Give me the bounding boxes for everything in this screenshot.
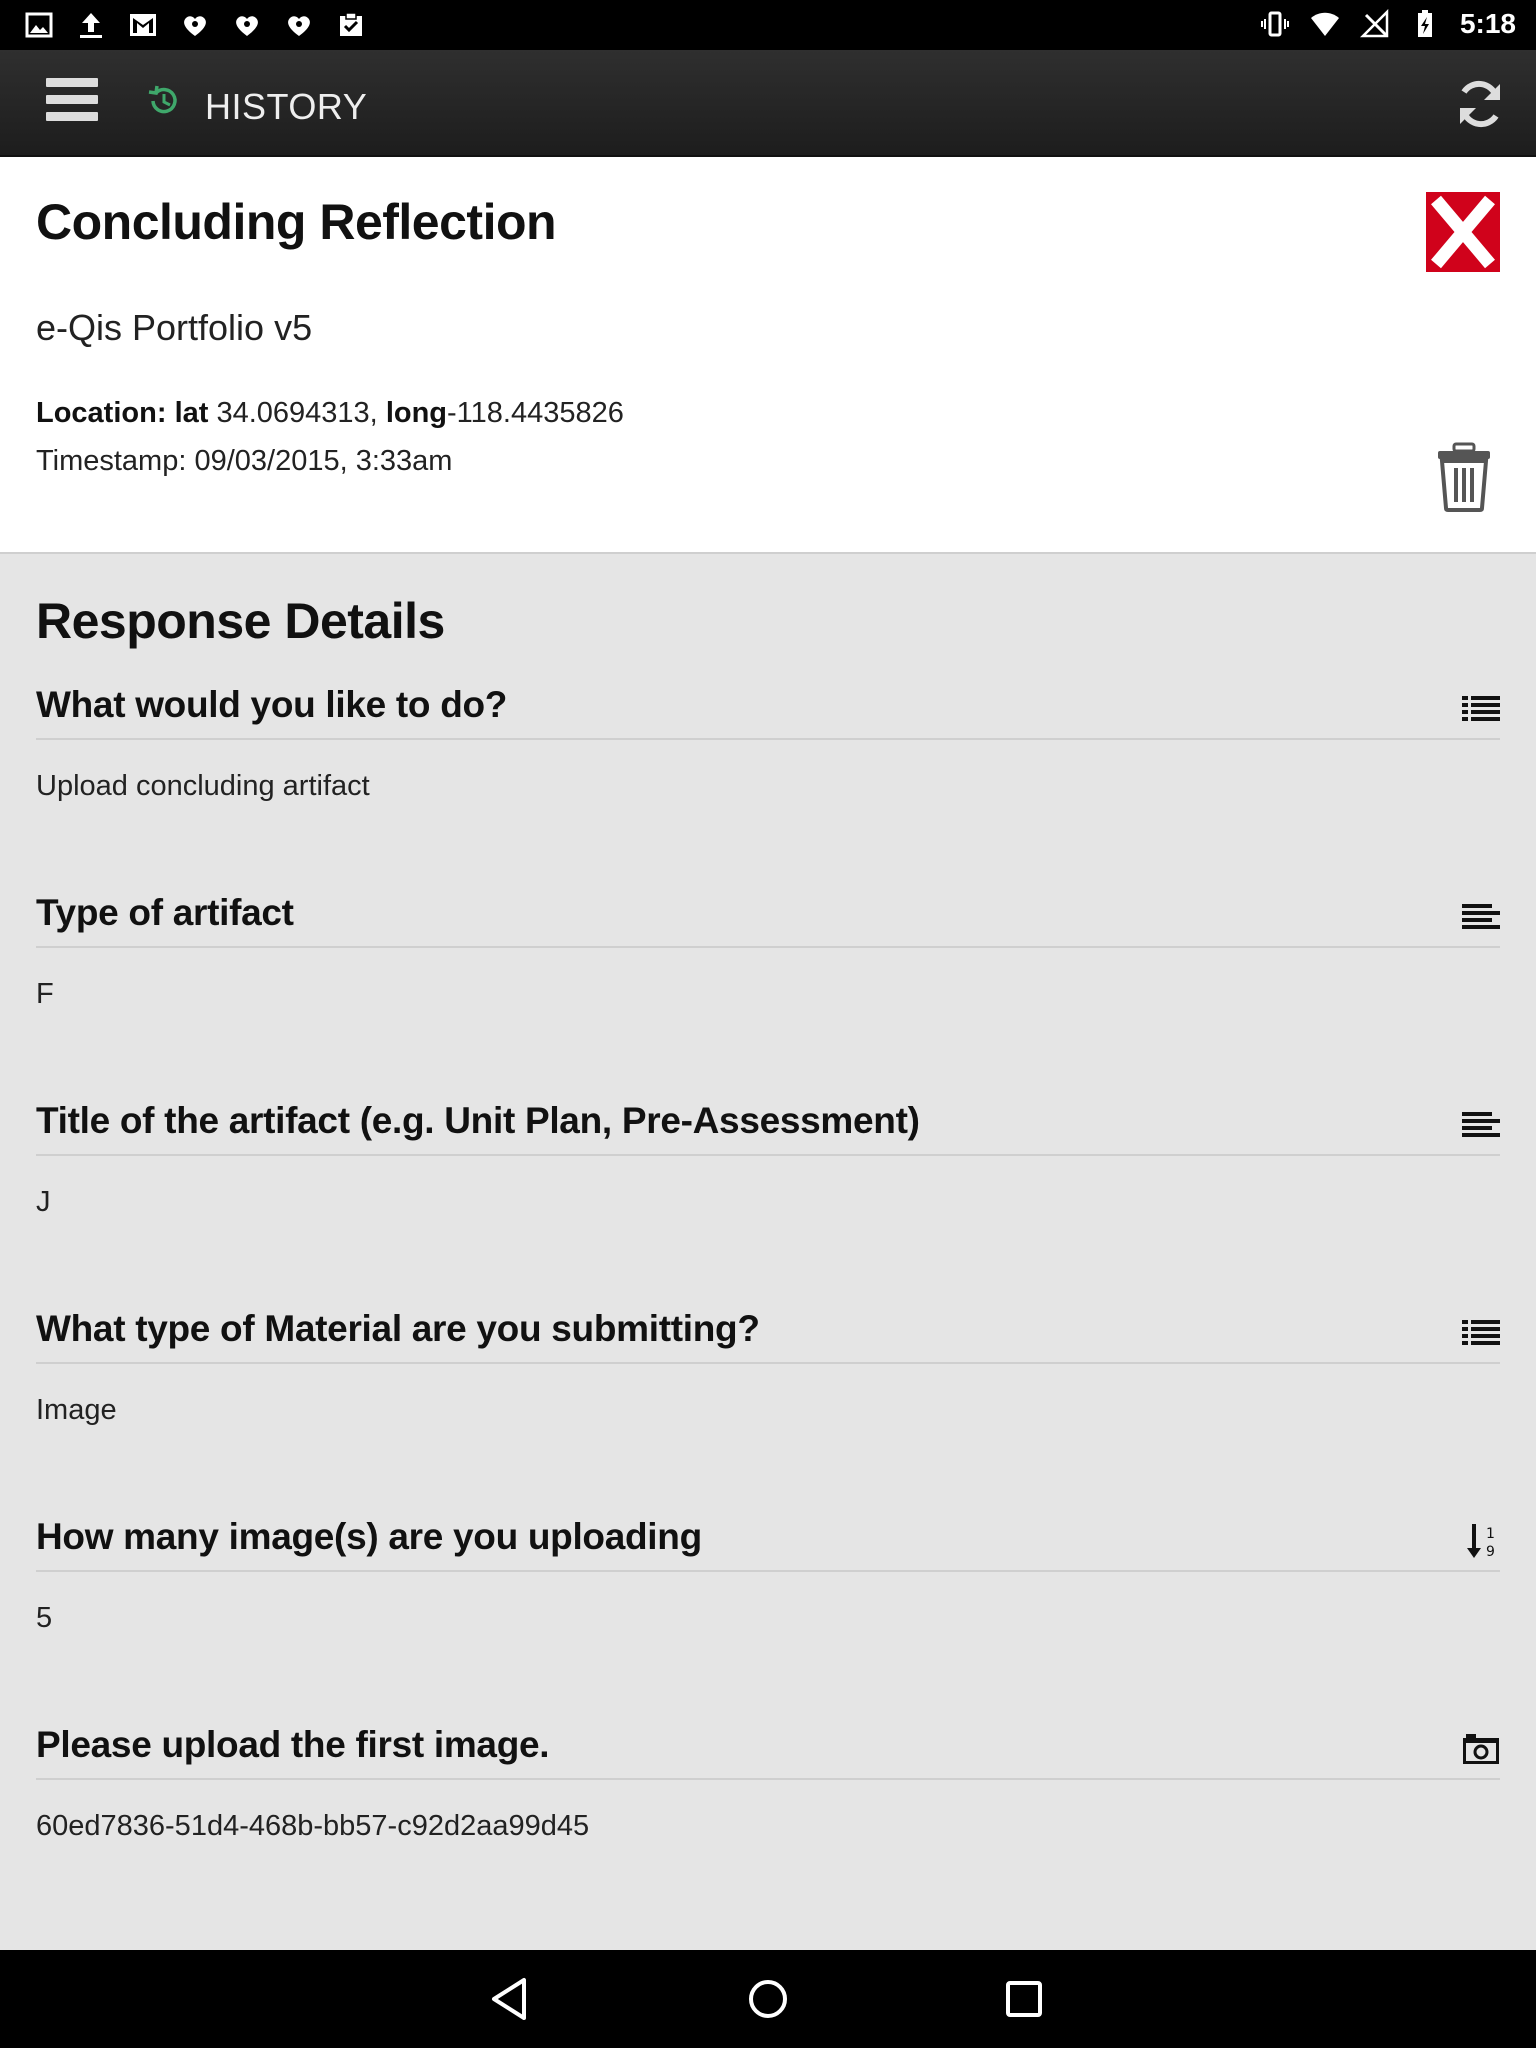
trash-icon[interactable] — [1434, 442, 1494, 512]
location-line: Location: lat 34.0694313, long-118.44358… — [36, 397, 624, 430]
question-header: What would you like to do? — [36, 662, 1500, 740]
lat-value: 34.0694313, — [216, 397, 378, 429]
gallery-icon — [25, 12, 53, 38]
iheartradio-icon — [288, 16, 310, 36]
timestamp: Timestamp: 09/03/2015, 3:33am — [36, 445, 453, 477]
battery-charging-icon — [1417, 10, 1432, 37]
response-header: Concluding Reflection e-Qis Portfolio v5… — [0, 157, 1536, 554]
question-header: Type of artifact — [36, 870, 1500, 948]
recents-icon[interactable] — [999, 1974, 1049, 2024]
menu-button[interactable] — [46, 78, 98, 130]
gmail-icon — [130, 14, 156, 36]
answer-value: Image — [36, 1394, 117, 1426]
text-lines-icon — [1462, 904, 1500, 929]
answer-value: J — [36, 1186, 51, 1218]
list-icon — [1462, 1320, 1500, 1345]
status-bar: 5:18 — [0, 0, 1536, 50]
home-icon[interactable] — [743, 1974, 793, 2024]
history-icon — [148, 85, 177, 114]
question-label: Please upload the first image. — [36, 1724, 550, 1765]
question-label: What type of Material are you submitting… — [36, 1308, 760, 1349]
page-title: HISTORY — [205, 86, 368, 127]
question-label: Type of artifact — [36, 892, 294, 933]
lat-label: lat — [174, 397, 209, 429]
text-lines-icon — [1462, 1112, 1500, 1137]
question-item: What type of Material are you submitting… — [36, 1286, 1500, 1494]
form-subtitle: e-Qis Portfolio v5 — [36, 307, 313, 348]
question-header: Please upload the first image. — [36, 1702, 1500, 1780]
question-item: Title of the artifact (e.g. Unit Plan, P… — [36, 1078, 1500, 1286]
camera-icon — [1463, 1734, 1499, 1764]
answer-value: F — [36, 978, 54, 1010]
app-bar: HISTORY — [0, 50, 1536, 157]
refresh-icon[interactable] — [1450, 74, 1510, 134]
navigation-bar — [0, 1950, 1536, 2048]
vibrate-icon — [1260, 11, 1289, 37]
question-label: Title of the artifact (e.g. Unit Plan, P… — [36, 1100, 920, 1141]
list-icon — [1462, 696, 1500, 721]
location-label: Location: — [36, 397, 167, 429]
close-icon[interactable] — [1426, 192, 1500, 272]
question-header: Title of the artifact (e.g. Unit Plan, P… — [36, 1078, 1500, 1156]
wifi-icon — [1310, 12, 1339, 36]
svg-text:9: 9 — [1486, 1544, 1495, 1560]
clipboard-check-icon — [340, 12, 362, 36]
question-header: What type of Material are you submitting… — [36, 1286, 1500, 1364]
answer-value: 5 — [36, 1602, 53, 1634]
question-label: What would you like to do? — [36, 684, 508, 725]
clock: 5:18 — [1459, 8, 1516, 39]
question-label: How many image(s) are you uploading — [36, 1516, 702, 1557]
no-signal-icon — [1359, 9, 1389, 38]
iheartradio-icon — [184, 16, 206, 36]
response-details: Response Details What would you like to … — [36, 552, 1500, 1910]
system-indicators: 5:18 — [1260, 8, 1516, 40]
numeric-sort-icon: 1 9 — [1467, 1524, 1495, 1560]
svg-text:1: 1 — [1486, 1526, 1495, 1542]
back-icon[interactable] — [486, 1974, 536, 2024]
form-title: Concluding Reflection — [36, 194, 557, 250]
notification-icons — [24, 10, 366, 40]
long-label: long — [385, 397, 448, 429]
question-item: Type of artifact F — [36, 870, 1500, 1078]
section-title: Response Details — [36, 593, 445, 649]
question-item: Please upload the first image. 60ed7836-… — [36, 1702, 1500, 1910]
question-item: How many image(s) are you uploading 1 9 … — [36, 1494, 1500, 1702]
long-value: -118.4435826 — [447, 397, 624, 429]
answer-value: Upload concluding artifact — [36, 770, 370, 802]
iheartradio-icon — [236, 16, 258, 36]
question-item: What would you like to do? Upload conclu… — [36, 662, 1500, 870]
upload-icon — [80, 13, 102, 38]
question-header: How many image(s) are you uploading 1 9 — [36, 1494, 1500, 1572]
answer-value: 60ed7836-51d4-468b-bb57-c92d2aa99d45 — [36, 1810, 590, 1842]
